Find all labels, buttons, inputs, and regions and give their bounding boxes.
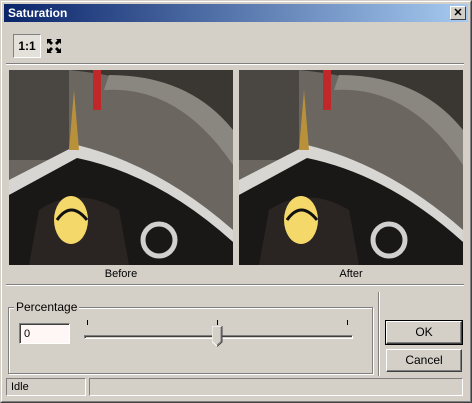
cancel-button[interactable]: Cancel	[386, 349, 462, 372]
slider-tick-mid	[217, 320, 218, 325]
percentage-input[interactable]	[19, 323, 70, 344]
before-caption: Before	[104, 268, 138, 280]
actual-size-button[interactable]: 1:1	[13, 34, 41, 58]
after-preview-image	[239, 70, 463, 265]
percentage-label: Percentage	[14, 300, 80, 314]
close-button[interactable]: ✕	[450, 6, 466, 20]
slider-tick-min	[87, 320, 88, 325]
fit-to-window-button[interactable]	[43, 34, 65, 58]
slider-tick-max	[347, 320, 348, 325]
fit-to-window-icon	[47, 39, 61, 53]
window-title: Saturation	[8, 6, 68, 20]
button-area-separator	[378, 292, 380, 376]
before-preview-image	[9, 70, 233, 265]
toolbar-separator	[6, 63, 464, 65]
after-caption: After	[339, 268, 363, 280]
percentage-slider-thumb[interactable]	[212, 326, 223, 347]
status-text: Idle	[6, 378, 86, 396]
status-secondary-pane	[89, 378, 463, 396]
preview-separator	[6, 284, 464, 286]
close-icon: ✕	[453, 7, 463, 19]
title-bar[interactable]: Saturation ✕	[4, 4, 468, 22]
ok-button[interactable]: OK	[385, 320, 463, 345]
